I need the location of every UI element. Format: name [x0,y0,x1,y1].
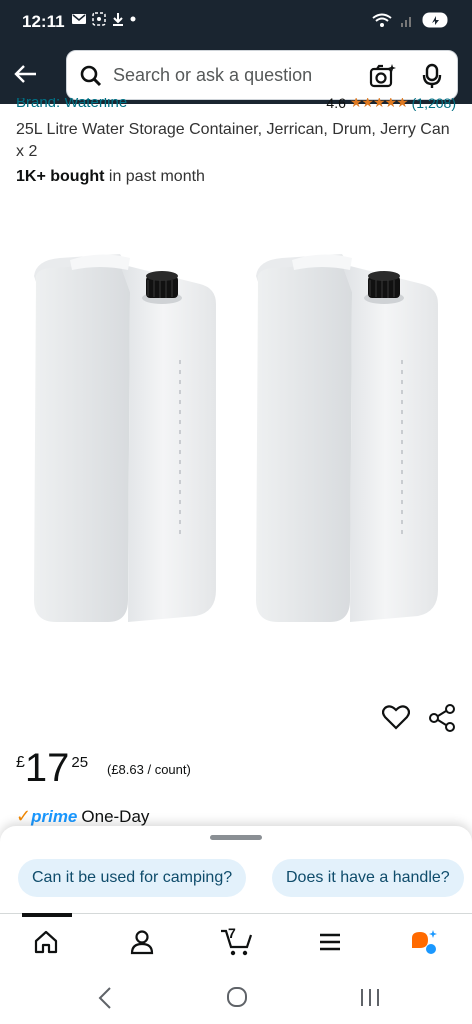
person-icon [130,930,154,955]
signal-icon [401,17,411,27]
back-button[interactable] [8,58,44,90]
dot-icon [130,16,136,22]
prime-logo: prime [31,806,78,826]
prime-delivery: ✓ prime One-Day [16,806,149,827]
bought-period: in past month [104,168,205,185]
bottom-nav: 7 [0,922,472,962]
mail-icon [72,14,86,24]
suggestion-chip-handle[interactable]: Does it have a handle? [272,859,464,897]
search-header: Search or ask a question [0,44,472,104]
system-nav-bar [0,970,472,1024]
battery-icon [422,12,448,28]
home-icon [34,930,58,954]
product-image[interactable] [20,240,460,640]
search-placeholder: Search or ask a question [113,65,313,85]
bought-count: 1K+ bought [16,168,105,185]
wifi-icon [372,13,392,27]
camera-icon[interactable] [369,63,397,89]
search-input[interactable]: Search or ask a question [66,50,458,100]
status-bar: 12:11 [0,0,472,44]
screenshot-icon [92,12,106,26]
nav-cart[interactable]: 7 [212,922,260,962]
brand-rating-line: Brand: Waterline 4.6 ★★★★★ (1,208) [16,98,456,116]
cart-count: 7 [228,925,236,941]
nav-menu[interactable] [306,922,354,962]
sheet-drag-handle[interactable] [210,835,262,840]
price: £ 17 25 [16,748,88,788]
jerry-can-right [256,254,438,622]
status-notification-icons [72,12,136,26]
price-fraction: 25 [71,754,89,771]
status-time: 12:11 [22,12,65,31]
status-system-icons [372,12,450,28]
heart-icon[interactable] [382,704,410,730]
system-back-icon[interactable] [96,986,114,1010]
suggestion-chip-camping[interactable]: Can it be used for camping? [18,859,247,897]
brand-link[interactable]: Brand: Waterline [16,98,127,111]
microphone-icon[interactable] [421,63,443,89]
product-title: 25L Litre Water Storage Container, Jerri… [16,121,450,160]
assistant-icon [412,930,437,954]
nav-account[interactable] [118,922,166,962]
rating-count: (1,208) [411,98,456,111]
arrow-left-icon [14,65,36,83]
bought-in-past-month: 1K+ bought in past month [16,168,205,186]
price-currency: £ [16,754,25,771]
price-whole: 17 [24,746,70,790]
menu-icon [320,933,340,951]
rating-value: 4.6 [326,98,346,111]
share-icon[interactable] [428,704,456,732]
jerry-can-left [34,254,216,622]
nav-home[interactable] [22,922,70,962]
nav-active-indicator [22,913,72,917]
prime-check-icon: ✓ [16,806,32,826]
download-icon [113,13,123,26]
cart-icon [221,929,253,956]
system-home-icon[interactable] [226,986,248,1008]
system-recents-icon[interactable] [358,986,382,1008]
rating-stars: ★★★★★ [349,98,409,110]
prime-delivery-speed: One-Day [81,806,150,826]
unit-price: (£8.63 / count) [107,762,191,777]
nav-assistant[interactable] [400,922,448,962]
search-icon [80,65,102,87]
rating-summary[interactable]: 4.6 ★★★★★ (1,208) [326,98,456,111]
